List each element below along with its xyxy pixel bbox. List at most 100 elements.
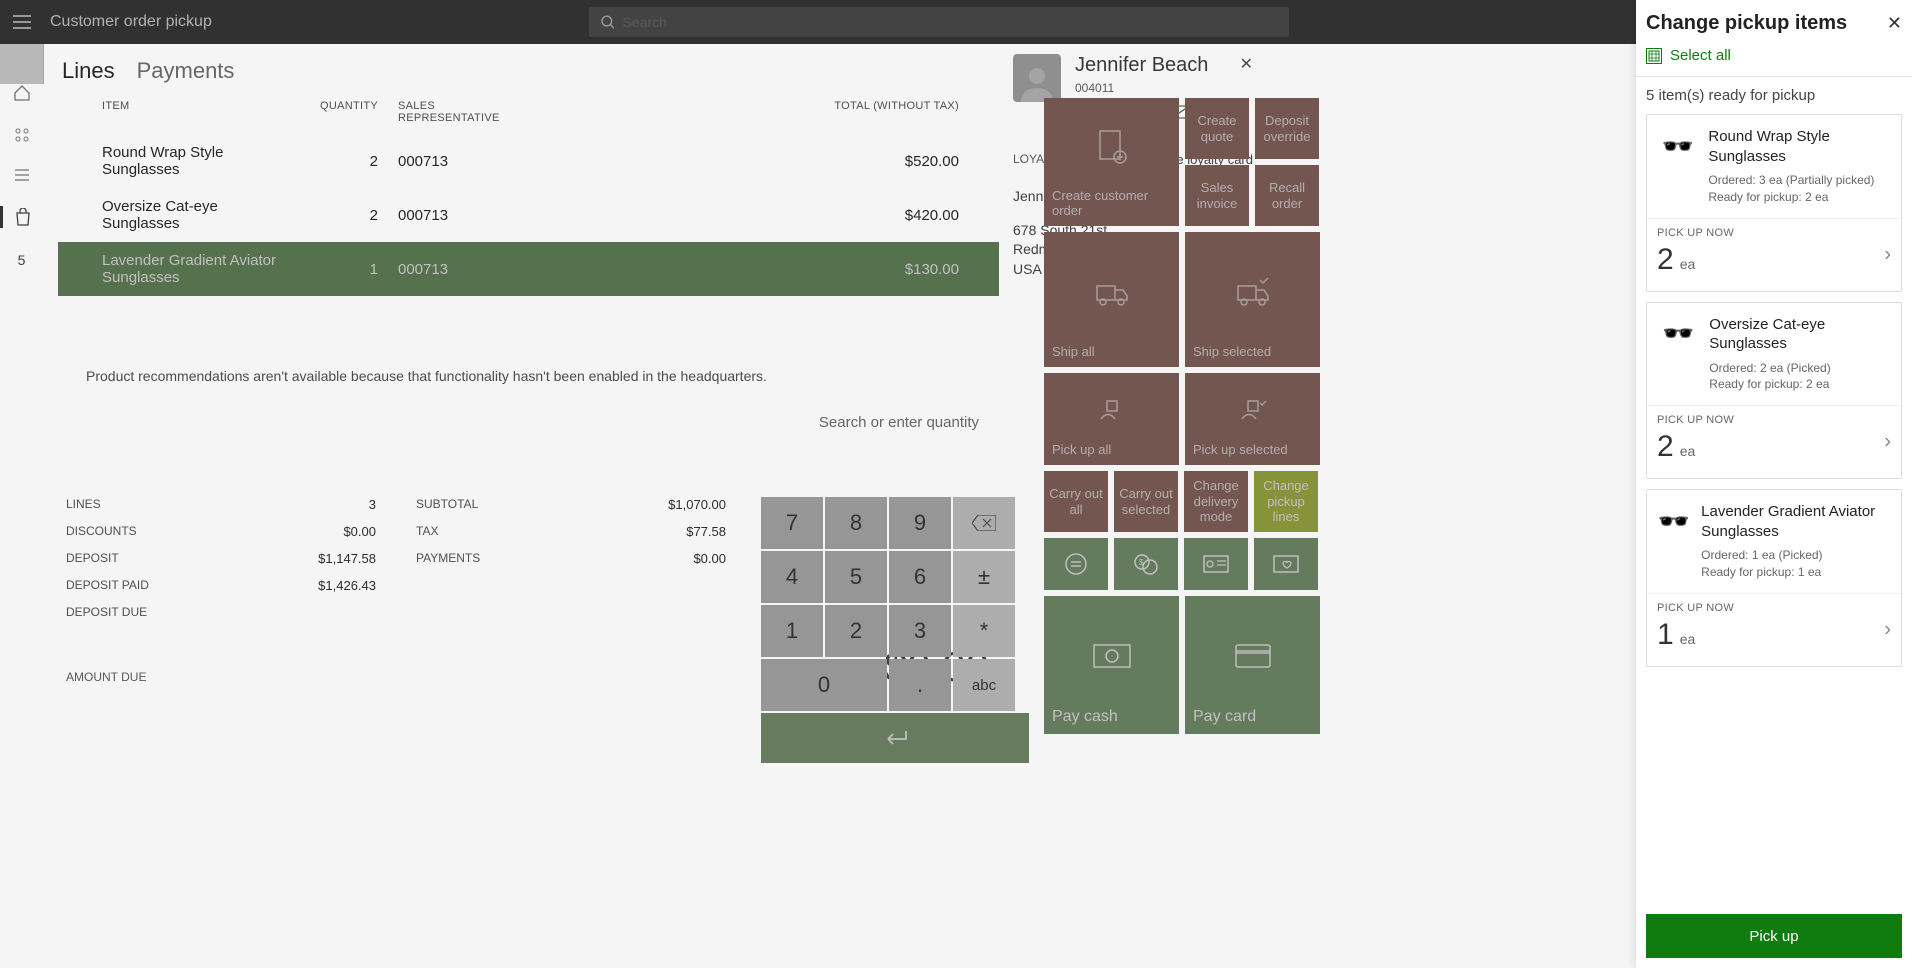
cell-qty: 2 (292, 153, 378, 170)
col-total: TOTAL (WITHOUT TAX) (528, 100, 983, 124)
col-rep: SALES REPRESENTATIVE (378, 100, 528, 124)
tile-recall-order[interactable]: Recall order (1255, 165, 1319, 226)
key-1[interactable]: 1 (761, 605, 823, 657)
table-row[interactable]: Lavender Gradient Aviator Sunglasses1000… (58, 242, 999, 296)
tile-change-pickup-lines[interactable]: Change pickup lines (1254, 471, 1318, 532)
select-all-label: Select all (1670, 47, 1731, 64)
tile-sales-invoice[interactable]: Sales invoice (1185, 165, 1249, 226)
pickup-qty-row[interactable]: PICK UP NOW 2ea › (1647, 219, 1901, 291)
tile-pay-cash[interactable]: Pay cash (1044, 596, 1179, 734)
key-abc[interactable]: abc (953, 659, 1015, 711)
select-all-button[interactable]: Select all (1646, 47, 1902, 64)
pickup-qty-row[interactable]: PICK UP NOW 1ea › (1647, 594, 1901, 666)
key-6[interactable]: 6 (889, 551, 951, 603)
mail-icon[interactable] (1169, 103, 1189, 126)
key-plusminus[interactable]: ± (953, 551, 1015, 603)
table-row[interactable]: Oversize Cat-eye Sunglasses2000713$420.0… (58, 188, 999, 242)
tab-lines[interactable]: Lines (62, 58, 115, 84)
left-rail: 5 (0, 44, 44, 84)
addr-line1: 678 South 21st (1013, 221, 1253, 241)
tile-pickup-all[interactable]: Pick up all (1044, 373, 1179, 465)
key-9[interactable]: 9 (889, 497, 951, 549)
tile-ship-selected[interactable]: Ship selected (1185, 232, 1320, 367)
top-bar: Customer order pickup (0, 0, 1912, 44)
customer-id: 004011 (1075, 81, 1208, 95)
cell-item: Round Wrap Style Sunglasses (102, 144, 292, 178)
cell-rep: 000713 (378, 261, 528, 278)
lines-label: LINES (66, 497, 101, 512)
tile-equals-icon[interactable] (1044, 538, 1108, 590)
key-5[interactable]: 5 (825, 551, 887, 603)
ready-count: 5 item(s) ready for pickup (1646, 87, 1902, 104)
tile-create-order[interactable]: Create customer order (1044, 98, 1179, 226)
tile-ship-all[interactable]: Ship all (1044, 232, 1179, 367)
search-icon (601, 15, 615, 29)
item-meta: Ordered: 1 ea (Picked)Ready for pickup: … (1701, 547, 1891, 581)
pickup-now-label: PICK UP NOW (1657, 602, 1891, 614)
deposit-value: $1,147.58 (318, 551, 376, 566)
numeric-keypad: 7 8 9 4 5 6 ± 1 2 3 * 0 . abc (760, 496, 1028, 764)
col-item: ITEM (102, 100, 292, 124)
pickup-now-label: PICK UP NOW (1657, 414, 1891, 426)
product-thumb: 🕶️ (1657, 506, 1691, 536)
key-dot[interactable]: . (889, 659, 951, 711)
global-search[interactable] (589, 7, 1289, 37)
search-input[interactable] (622, 14, 1276, 30)
document-plus-icon (1052, 106, 1171, 188)
tile-pickup-selected[interactable]: Pick up selected (1185, 373, 1320, 465)
tile-create-quote[interactable]: Create quote (1185, 98, 1249, 159)
col-qty: QUANTITY (292, 100, 378, 124)
key-4[interactable]: 4 (761, 551, 823, 603)
key-backspace[interactable] (953, 497, 1015, 549)
search-quantity-placeholder[interactable]: Search or enter quantity (58, 414, 999, 431)
pickup-button[interactable]: Pick up (1646, 914, 1902, 958)
hamburger-icon[interactable] (0, 0, 44, 44)
tile-currency-icon[interactable]: $ (1114, 538, 1178, 590)
key-3[interactable]: 3 (889, 605, 951, 657)
list-icon[interactable] (11, 168, 33, 182)
pickup-unit: ea (1680, 443, 1696, 459)
tile-change-delivery[interactable]: Change delivery mode (1184, 471, 1248, 532)
cell-rep: 000713 (378, 207, 528, 224)
tile-carry-out-selected[interactable]: Carry out selected (1114, 471, 1178, 532)
addr-line3: USA (1013, 260, 1253, 280)
close-icon[interactable]: ✕ (1240, 54, 1253, 74)
pickup-unit: ea (1680, 631, 1696, 647)
tile-card-heart-icon[interactable] (1254, 538, 1318, 590)
key-7[interactable]: 7 (761, 497, 823, 549)
tile-carry-out-all[interactable]: Carry out all (1044, 471, 1108, 532)
key-8[interactable]: 8 (825, 497, 887, 549)
key-2[interactable]: 2 (825, 605, 887, 657)
key-star[interactable]: * (953, 605, 1015, 657)
home-icon[interactable] (11, 84, 33, 102)
apps-icon[interactable] (11, 126, 33, 144)
phone-icon[interactable] (1137, 103, 1155, 126)
bag-icon[interactable] (0, 206, 43, 228)
pickup-item-card: 🕶️ Lavender Gradient Aviator Sunglasses … (1646, 489, 1902, 667)
item-title: Lavender Gradient Aviator Sunglasses (1701, 502, 1891, 541)
tile-pay-card[interactable]: Pay card (1185, 596, 1320, 734)
cell-rep: 000713 (378, 153, 528, 170)
loyalty-label: LOYALTY CARD (1013, 152, 1102, 167)
discounts-label: DISCOUNTS (66, 524, 137, 539)
tile-deposit-override[interactable]: Deposit override (1255, 98, 1319, 159)
cell-total: $420.00 (528, 207, 983, 224)
customer-name: Jennifer Beach (1075, 54, 1208, 77)
key-0[interactable]: 0 (761, 659, 887, 711)
close-icon[interactable]: ✕ (1887, 13, 1902, 34)
select-all-icon (1646, 48, 1662, 64)
cell-qty: 2 (292, 207, 378, 224)
table-row[interactable]: Round Wrap Style Sunglasses2000713$520.0… (58, 134, 999, 188)
amount-due-value: $0.00 (884, 643, 989, 691)
item-title: Oversize Cat-eye Sunglasses (1709, 315, 1891, 354)
tab-payments[interactable]: Payments (137, 58, 235, 84)
pickup-qty-row[interactable]: PICK UP NOW 2ea › (1647, 406, 1901, 478)
avatar (1013, 54, 1061, 102)
ship-check-icon (1193, 240, 1312, 344)
deposit-label: DEPOSIT (66, 551, 119, 566)
issue-loyalty-link[interactable]: Issue loyalty card (1153, 152, 1253, 167)
tile-id-icon[interactable] (1184, 538, 1248, 590)
key-enter[interactable] (761, 713, 1029, 763)
item-title: Round Wrap Style Sunglasses (1708, 127, 1891, 166)
chevron-right-icon: › (1884, 618, 1891, 641)
